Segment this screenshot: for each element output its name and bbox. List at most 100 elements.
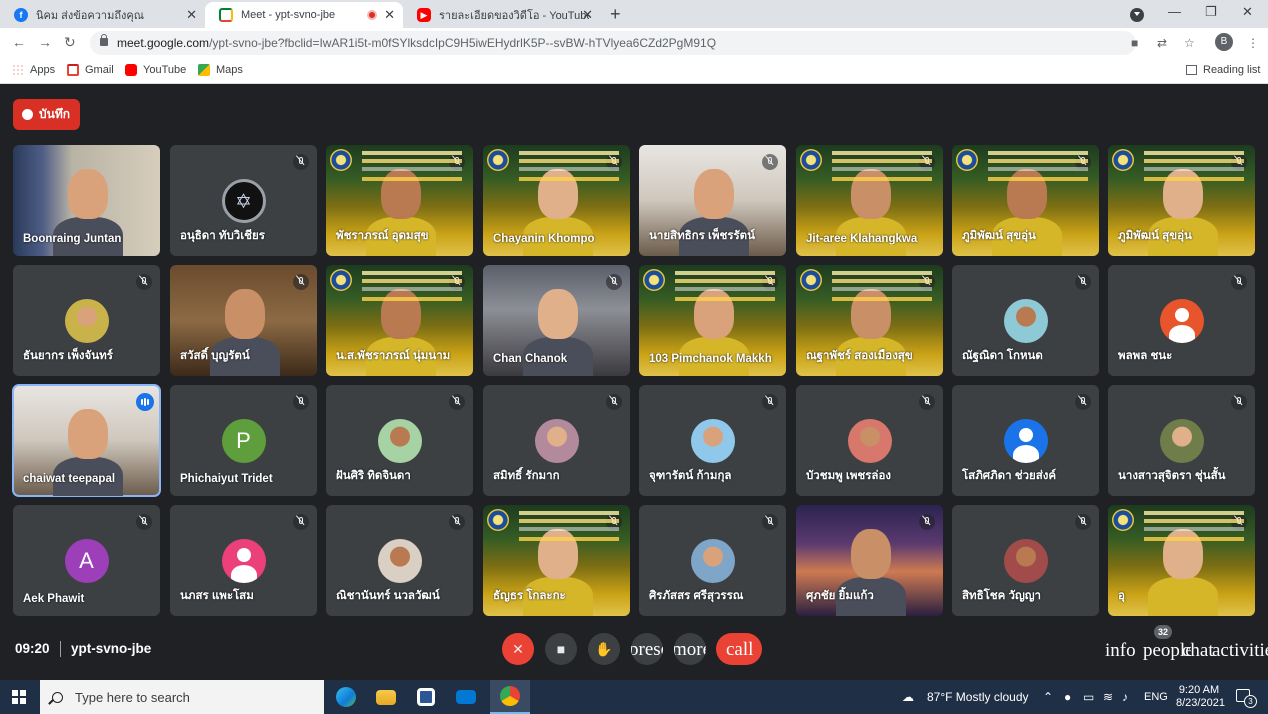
forward-icon[interactable]: → (38, 34, 52, 50)
taskbar-mail[interactable] (446, 680, 486, 714)
participant-tile[interactable]: สมิทธิ์ รักมาก (483, 385, 630, 496)
more-options-button[interactable]: more (674, 633, 706, 665)
new-tab-button[interactable]: + (610, 4, 621, 25)
participant-tile[interactable]: Chan Chanok (483, 265, 630, 376)
close-tab-icon[interactable]: ✕ (186, 7, 197, 23)
participant-tile[interactable]: ✡ อนุธิดา ทับวิเชียร (170, 145, 317, 256)
present-button[interactable]: present now (631, 633, 663, 665)
tab-youtube-studio[interactable]: ▶ รายละเอียดของวิดีโอ - YouTube Stud ✕ (403, 2, 601, 28)
translate-icon[interactable]: ⇄ (1157, 36, 1167, 50)
windows-start-icon[interactable] (12, 690, 26, 704)
meeting-details-button[interactable]: info (1105, 640, 1136, 662)
url-host: meet.google.com (117, 36, 210, 50)
participant-tile[interactable]: ศิรภัสสร ศรีสุวรรณ (639, 505, 786, 616)
profile-avatar[interactable]: B (1215, 33, 1233, 51)
participant-tile[interactable]: ณิชานันทร์ นวลวัฒน์ (326, 505, 473, 616)
bookmark-label: Apps (30, 64, 56, 76)
taskbar-chrome[interactable] (490, 680, 530, 714)
recording-badge[interactable]: บันทึก (13, 99, 80, 130)
present-icon: present now (631, 639, 663, 660)
bookmark-maps[interactable]: Maps (198, 64, 243, 76)
participant-tile[interactable]: chaiwat teepapal (12, 384, 161, 497)
camera-in-use-icon[interactable]: ■ (1131, 36, 1138, 50)
participant-name: จุฑารัตน์ ก้ามกุล (649, 470, 732, 482)
participant-tile[interactable]: ณฐาพัชร์ สองเมืองสุข (796, 265, 943, 376)
close-window-button[interactable]: ✕ (1242, 4, 1253, 20)
wifi-icon[interactable]: ≋ (1103, 690, 1113, 704)
camera-toggle-button[interactable]: ■ (545, 633, 577, 665)
participant-name: ณิชานันทร์ นวลวัฒน์ (336, 590, 440, 602)
profile-photo-avatar (1003, 539, 1048, 583)
activities-button[interactable]: activities (1212, 640, 1268, 662)
tab-search-icon[interactable] (1130, 8, 1144, 22)
participant-tile[interactable]: ภูมิพัฒน์ สุขอุ่น (1108, 145, 1255, 256)
participant-tile[interactable]: สิทธิโชค วัญญา (952, 505, 1099, 616)
lock-icon (100, 34, 108, 46)
restore-button[interactable]: ❐ (1205, 4, 1217, 20)
back-icon[interactable]: ← (12, 34, 26, 50)
bookmark-star-icon[interactable]: ☆ (1184, 36, 1195, 50)
participant-tile[interactable]: 103 Pimchanok Makkh (639, 265, 786, 376)
participant-tile[interactable]: นภสร แพะโสม (170, 505, 317, 616)
leave-call-button[interactable]: call (716, 633, 762, 665)
address-bar[interactable]: meet.google.com/ypt-svno-jbe?fbclid=IwAR… (90, 31, 1136, 55)
close-tab-icon[interactable]: ✕ (582, 7, 593, 23)
reload-icon[interactable]: ↻ (64, 34, 76, 51)
participant-tile[interactable]: โสภิศภิดา ช่วยส่งค์ (952, 385, 1099, 496)
participant-name: Boonraing Juntan (23, 233, 122, 245)
participant-tile[interactable]: Jit-aree Klahangkwa (796, 145, 943, 256)
input-language[interactable]: ENG (1144, 691, 1168, 703)
participant-tile[interactable]: ศุภชัย ยิ้มแก้ว (796, 505, 943, 616)
raise-hand-button[interactable]: ✋ (588, 633, 620, 665)
bookmark-youtube[interactable]: YouTube (125, 64, 186, 76)
close-tab-icon[interactable]: ✕ (384, 7, 395, 23)
tab-facebook[interactable]: f นิคม ส่งข้อความถึงคุณ ✕ (0, 2, 205, 28)
participant-tile[interactable]: อุ (1108, 505, 1255, 616)
menu-icon[interactable]: ⋮ (1247, 36, 1259, 50)
mic-muted-icon (762, 514, 778, 530)
participant-tile[interactable]: A Aek Phawit (13, 505, 160, 616)
show-hidden-icons-icon[interactable]: ⌃ (1043, 690, 1053, 704)
participant-name: ฝันศิริ ทิดจินดา (336, 470, 411, 482)
participant-tile[interactable]: ธัญธร โกละกะ (483, 505, 630, 616)
video-feed-face (381, 169, 421, 219)
participant-tile[interactable]: จุฑารัตน์ ก้ามกุล (639, 385, 786, 496)
participant-tile[interactable]: สวัสดิ์ บุญรัตน์ (170, 265, 317, 376)
participant-tile[interactable]: ณัฐณิดา โกหนด (952, 265, 1099, 376)
taskbar-edge[interactable] (326, 680, 366, 714)
participant-tile[interactable]: บัวชมพู เพชรล่อง (796, 385, 943, 496)
participant-tile[interactable]: ภูมิพัฒน์ สุขอุ่น (952, 145, 1099, 256)
tab-meet[interactable]: Meet - ypt-svno-jbe ✕ (205, 2, 403, 28)
participant-tile[interactable]: พลพล ชนะ (1108, 265, 1255, 376)
bookmark-apps[interactable]: Apps (12, 64, 55, 76)
participant-tile[interactable]: P Phichaiyut Tridet (170, 385, 317, 496)
profile-photo-avatar (690, 539, 735, 583)
reading-list-button[interactable]: Reading list (1186, 64, 1260, 76)
volume-icon[interactable]: ♪ (1122, 690, 1128, 704)
weather-text[interactable]: 87°F Mostly cloudy (927, 690, 1029, 704)
minimize-button[interactable]: — (1168, 4, 1181, 19)
participant-tile[interactable]: Chayanin Khompo (483, 145, 630, 256)
participant-tile[interactable]: นางสาวสุจิตรา ชุ่นสั้น (1108, 385, 1255, 496)
participant-name: chaiwat teepapal (23, 473, 116, 485)
participant-name: บัวชมพู เพชรล่อง (806, 470, 891, 482)
taskbar-store[interactable] (406, 680, 446, 714)
person-icon (1159, 299, 1204, 343)
taskbar-clock[interactable]: 9:20 AM 8/23/2021 (1176, 684, 1225, 710)
participant-tile[interactable]: ฝันศิริ ทิดจินดา (326, 385, 473, 496)
participant-tile[interactable]: พัชราภรณ์ อุดมสุข (326, 145, 473, 256)
participant-tile[interactable]: นายสิทธิกร เพ็ชรรัตน์ (639, 145, 786, 256)
bookmark-gmail[interactable]: Gmail (67, 64, 114, 76)
weather-icon[interactable]: ☁ (902, 690, 914, 704)
participant-name: ภูมิพัฒน์ สุขอุ่น (962, 230, 1036, 242)
taskbar-file-explorer[interactable] (366, 680, 406, 714)
taskbar-search-box[interactable]: Type here to search (40, 680, 324, 714)
video-feed-face (1163, 529, 1203, 579)
reading-list-label: Reading list (1203, 64, 1261, 76)
participant-tile[interactable]: ธันยากร เพ็งจันทร์ (13, 265, 160, 376)
mic-toggle-button[interactable]: ✕ (502, 633, 534, 665)
participant-tile[interactable]: Boonraing Juntan (13, 145, 160, 256)
notification-center-icon[interactable]: 3 (1236, 689, 1257, 708)
participant-tile[interactable]: น.ส.พัชราภรณ์ นุ่มนาม (326, 265, 473, 376)
mic-muted-icon (1231, 154, 1247, 170)
